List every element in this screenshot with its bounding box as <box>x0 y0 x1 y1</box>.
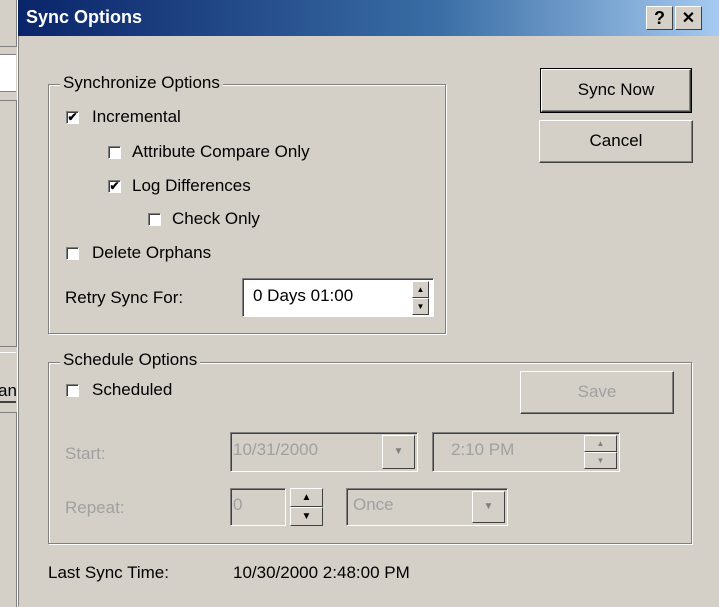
background-panel-1 <box>0 0 17 47</box>
incremental-checkbox[interactable]: ✔ <box>66 111 79 124</box>
log-differences-checkbox[interactable]: ✔ <box>108 180 121 193</box>
incremental-label: Incremental <box>92 107 181 126</box>
repeat-count-up-button[interactable]: ▲ <box>290 488 323 507</box>
retry-sync-value: 0 Days 01:00 <box>253 286 354 305</box>
sync-now-button[interactable]: Sync Now <box>540 68 692 113</box>
background-button[interactable]: an <box>0 352 16 403</box>
last-sync-value: 10/30/2000 2:48:00 PM <box>233 563 410 582</box>
spin-up-icon: ▲ <box>596 439 605 448</box>
start-date-combobox[interactable]: 10/31/2000 ▼ <box>230 432 418 472</box>
scheduled-label: Scheduled <box>92 380 173 399</box>
start-time-value: 2:10 PM <box>451 440 515 459</box>
synchronize-options-legend: Synchronize Options <box>60 73 223 93</box>
sync-now-label: Sync Now <box>577 80 655 99</box>
retry-sync-up-button[interactable]: ▲ <box>412 281 429 298</box>
attribute-compare-checkbox[interactable] <box>108 146 121 159</box>
repeat-count-down-button[interactable]: ▼ <box>290 507 323 526</box>
save-button[interactable]: Save <box>520 371 674 414</box>
repeat-interval-combobox[interactable]: Once ▼ <box>346 488 508 526</box>
background-button-label: an <box>0 381 16 400</box>
retry-sync-field[interactable]: 0 Days 01:00 ▲ ▼ <box>242 278 434 317</box>
start-time-field[interactable]: 2:10 PM ▲ ▼ <box>432 432 620 472</box>
background-window: an <box>0 0 17 607</box>
scheduled-checkbox[interactable] <box>66 384 79 397</box>
chevron-down-icon: ▼ <box>483 501 494 512</box>
retry-sync-label: Retry Sync For: <box>65 288 184 307</box>
attribute-compare-label: Attribute Compare Only <box>132 142 310 161</box>
repeat-interval-value: Once <box>353 495 394 514</box>
spin-up-icon: ▲ <box>416 285 425 294</box>
close-icon: ✕ <box>681 10 696 27</box>
save-label: Save <box>577 382 617 401</box>
close-button[interactable]: ✕ <box>675 6 702 30</box>
repeat-interval-dropdown-button[interactable]: ▼ <box>472 491 505 523</box>
start-label: Start: <box>65 444 106 463</box>
repeat-count-value: 0 <box>233 495 243 514</box>
check-only-label: Check Only <box>172 209 260 228</box>
start-date-dropdown-button[interactable]: ▼ <box>382 435 415 469</box>
help-button[interactable]: ? <box>646 6 673 30</box>
start-time-up-button[interactable]: ▲ <box>584 435 617 452</box>
delete-orphans-checkbox[interactable] <box>66 247 79 260</box>
start-time-down-button[interactable]: ▼ <box>584 452 617 469</box>
spin-down-icon: ▼ <box>416 302 425 311</box>
last-sync-label: Last Sync Time: <box>48 563 169 582</box>
background-panel-3 <box>0 412 17 607</box>
repeat-count-field[interactable]: 0 <box>230 488 286 526</box>
title-bar[interactable]: Sync Options ? ✕ <box>18 0 719 36</box>
spin-up-icon: ▲ <box>301 492 312 503</box>
background-panel-2 <box>0 100 17 347</box>
background-field <box>0 54 16 92</box>
sync-options-dialog: Sync Options ? ✕ Synchronize Options ✔ I… <box>17 0 719 606</box>
cancel-label: Cancel <box>589 131 643 150</box>
chevron-down-icon: ▼ <box>393 446 404 457</box>
repeat-label: Repeat: <box>65 498 125 517</box>
cancel-button[interactable]: Cancel <box>539 120 693 163</box>
start-date-value: 10/31/2000 <box>233 440 319 459</box>
help-icon: ? <box>654 8 665 28</box>
spin-down-icon: ▼ <box>596 456 605 465</box>
dialog-title: Sync Options <box>26 7 143 27</box>
delete-orphans-label: Delete Orphans <box>92 243 212 262</box>
spin-down-icon: ▼ <box>301 511 312 522</box>
log-differences-label: Log Differences <box>132 176 251 195</box>
schedule-options-legend: Schedule Options <box>60 350 201 370</box>
retry-sync-down-button[interactable]: ▼ <box>412 298 429 315</box>
check-only-checkbox[interactable] <box>148 213 161 226</box>
